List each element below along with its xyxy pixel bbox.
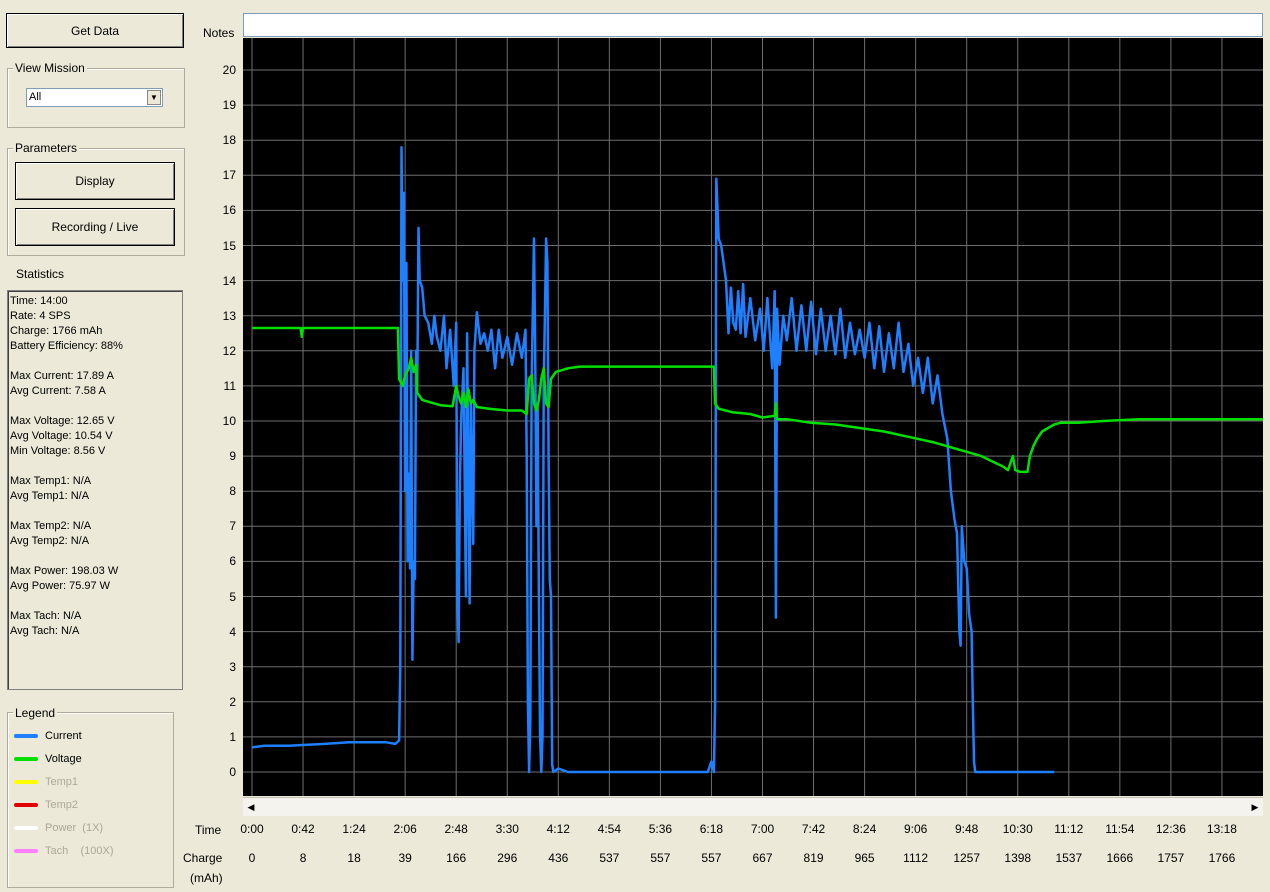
charge-axis-label: Charge: [183, 851, 223, 865]
y-tick-label: 0: [229, 765, 236, 779]
legend-label: Power (1X): [45, 822, 104, 834]
legend-label: Current: [45, 730, 82, 742]
scroll-right-icon[interactable]: ▶: [1249, 800, 1261, 814]
legend-item[interactable]: Temp2: [14, 798, 78, 812]
statistics-panel: Time: 14:00 Rate: 4 SPS Charge: 1766 mAh Ba…: [7, 290, 183, 690]
y-tick-label: 10: [222, 414, 236, 428]
legend-swatch: [14, 780, 38, 784]
legend-swatch: [14, 734, 38, 738]
stat-line: Max Temp1: N/A: [10, 475, 92, 487]
stat-line: Avg Tach: N/A: [10, 625, 80, 637]
y-tick-label: 17: [222, 168, 236, 183]
get-data-button[interactable]: Get Data: [6, 13, 184, 48]
stat-line: Avg Temp1: N/A: [10, 490, 90, 502]
legend-title: Legend: [13, 706, 58, 720]
stat-line: Avg Temp2: N/A: [10, 535, 90, 547]
legend-item[interactable]: Power (1X): [14, 821, 103, 835]
mission-select-value: All: [29, 91, 42, 103]
legend-item[interactable]: Current: [14, 729, 82, 743]
statistics-title: Statistics: [16, 267, 65, 281]
legend-label: Tach (100X): [45, 845, 114, 857]
time-tick-label: 13:18: [1206, 822, 1237, 836]
display-button[interactable]: Display: [15, 162, 175, 200]
view-mission-title: View Mission: [13, 61, 87, 75]
stat-line: Max Power: 198.03 W: [10, 565, 119, 577]
notes-input[interactable]: [243, 13, 1263, 37]
y-tick-label: 13: [222, 308, 236, 323]
y-tick-label: 9: [229, 449, 236, 464]
parameters-title: Parameters: [13, 141, 80, 155]
stat-line: Battery Efficiency: 88%: [10, 340, 123, 352]
charge-tick-label: 1766: [1208, 851, 1236, 865]
y-tick-label: 6: [229, 554, 236, 569]
legend-label: Voltage: [45, 753, 82, 765]
series-line-current: [251, 145, 1055, 774]
y-tick-label: 14: [222, 273, 236, 288]
y-tick-label: 5: [229, 589, 236, 604]
stat-line: Max Current: 17.89 A: [10, 370, 114, 382]
y-tick-label: 4: [229, 624, 236, 639]
legend-swatch: [14, 849, 38, 853]
stat-line: Charge: 1766 mAh: [10, 325, 103, 337]
stat-line: Max Temp2: N/A: [10, 520, 92, 532]
stat-line: Avg Current: 7.58 A: [10, 385, 106, 397]
y-tick-label: 20: [222, 63, 236, 77]
stat-line: Max Voltage: 12.65 V: [10, 415, 115, 427]
stat-line: Time: 14:00: [10, 295, 68, 307]
charge-unit-label: (mAh): [190, 871, 223, 885]
legend-label: Temp1: [45, 776, 79, 788]
y-tick-label: 8: [229, 484, 236, 499]
chart-plot-area: [243, 38, 1270, 796]
y-tick-label: 16: [222, 203, 236, 218]
stat-line: Max Tach: N/A: [10, 610, 82, 622]
y-tick-label: 2: [229, 694, 236, 709]
y-tick-label: 15: [222, 238, 236, 253]
mission-select[interactable]: All ▼: [26, 88, 163, 107]
legend-swatch: [14, 803, 38, 807]
y-tick-label: 19: [222, 98, 236, 113]
legend-item[interactable]: Voltage: [14, 752, 82, 766]
stat-line: Min Voltage: 8.56 V: [10, 445, 106, 457]
y-tick-label: 12: [222, 343, 236, 358]
chart-svg: [243, 38, 1270, 796]
stat-line: Avg Voltage: 10.54 V: [10, 430, 113, 442]
legend-swatch: [14, 757, 38, 761]
time-axis-label: Time: [195, 823, 222, 837]
stat-line: Rate: 4 SPS: [10, 310, 71, 322]
y-tick-label: 7: [229, 519, 236, 534]
legend-swatch: [14, 826, 38, 830]
scroll-left-icon[interactable]: ◀: [245, 800, 257, 814]
legend-label: Temp2: [45, 799, 79, 811]
y-tick-label: 18: [222, 133, 236, 148]
legend-item[interactable]: Tach (100X): [14, 844, 113, 858]
chart-scrollbar[interactable]: ◀ ▶: [243, 797, 1263, 816]
y-tick-label: 3: [229, 659, 236, 674]
stat-line: Avg Power: 75.97 W: [10, 580, 111, 592]
legend-item[interactable]: Temp1: [14, 775, 78, 789]
recording-live-button[interactable]: Recording / Live: [15, 208, 175, 246]
y-tick-label: 1: [229, 729, 236, 744]
y-tick-label: 11: [223, 378, 236, 393]
notes-label: Notes: [203, 26, 235, 40]
chevron-down-icon[interactable]: ▼: [147, 90, 161, 105]
